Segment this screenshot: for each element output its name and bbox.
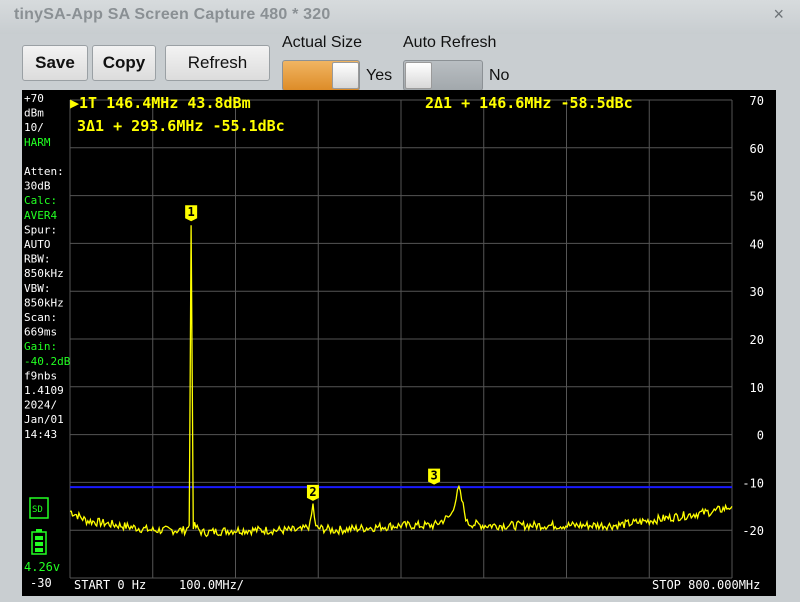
settings-line: 10/ — [24, 121, 44, 134]
marker-2-readout: 2Δ1 + 146.6MHz -58.5dBc — [425, 94, 633, 112]
settings-line: Spur: — [24, 223, 57, 236]
settings-line: 30dB — [24, 180, 51, 193]
bottom-left-value: -30 — [30, 576, 52, 590]
auto-refresh-label: Auto Refresh — [403, 34, 497, 51]
sd-card-label: SD — [32, 505, 43, 515]
marker-1-readout: ▶1T 146.4MHz 43.8dBm — [70, 94, 251, 112]
settings-line: Calc: — [24, 194, 57, 207]
marker-3-readout: 3Δ1 + 293.6MHz -55.1dBc — [77, 117, 285, 135]
auto-refresh-state: No — [489, 67, 510, 84]
settings-line: AVER4 — [24, 209, 57, 222]
y-tick-label: 60 — [750, 142, 764, 156]
y-tick-label: 20 — [750, 333, 764, 347]
settings-line: Atten: — [24, 165, 64, 178]
analyzer-screen: 70 60 50 40 30 20 10 0 -10 -20 1 2 3 ▶1T 146.4MHz 4… — [22, 90, 776, 596]
settings-panel: +70 dBm10/HARM Atten: 30dBCalc: AVER4Spur: AU… — [24, 92, 71, 441]
svg-text:1: 1 — [188, 205, 195, 219]
window-title: tinySA-App SA Screen Capture 480 * 320 — [14, 6, 331, 23]
y-tick-label: 40 — [750, 237, 764, 251]
battery-icon — [31, 529, 47, 555]
actual-size-label: Actual Size — [282, 34, 363, 51]
settings-line: +70 — [24, 92, 44, 105]
refresh-button[interactable]: Refresh — [165, 45, 270, 81]
settings-line: AUTO — [24, 238, 51, 251]
settings-line: Jan/01 — [24, 413, 64, 426]
app-window: tinySA-App SA Screen Capture 480 * 320 ×… — [0, 0, 800, 602]
settings-line: 2024/ — [24, 399, 57, 412]
settings-line: -40.2dB — [24, 355, 71, 368]
settings-line: dBm — [24, 107, 44, 120]
start-frequency: START 0 Hz — [74, 578, 146, 592]
settings-line: Gain: — [24, 340, 57, 353]
toggle-knob[interactable] — [332, 62, 359, 89]
settings-line: f9nbs — [24, 369, 57, 382]
auto-refresh-toggle[interactable] — [403, 60, 483, 91]
copy-button[interactable]: Copy — [92, 45, 156, 81]
marker-3: 3 — [428, 468, 441, 485]
settings-line: VBW: — [24, 282, 51, 295]
y-tick-label: 0 — [757, 429, 764, 443]
save-button[interactable]: Save — [22, 45, 88, 81]
y-tick-label: 30 — [750, 285, 764, 299]
marker-2: 2 — [306, 484, 319, 501]
y-tick-label: 10 — [750, 381, 764, 395]
settings-line: 14:43 — [24, 428, 57, 441]
y-tick-label: 70 — [750, 94, 764, 108]
grid — [69, 99, 733, 579]
y-tick-label: -10 — [742, 476, 764, 490]
settings-line: Scan: — [24, 311, 57, 324]
settings-line: HARM — [24, 136, 51, 149]
actual-size-toggle[interactable] — [282, 60, 360, 91]
title-bar: tinySA-App SA Screen Capture 480 * 320 × — [0, 0, 800, 34]
svg-text:2: 2 — [309, 485, 316, 499]
markers: 1 2 3 — [185, 205, 441, 501]
toggle-knob[interactable] — [405, 62, 432, 89]
settings-line: RBW: — [24, 253, 51, 266]
stop-frequency: STOP 800.000MHz — [652, 578, 760, 592]
y-axis-ticks: 70 60 50 40 30 20 10 0 -10 -20 — [742, 94, 764, 538]
actual-size-state: Yes — [366, 67, 393, 84]
svg-text:3: 3 — [430, 469, 437, 483]
settings-line: 1.4109 — [24, 384, 64, 397]
spectrum-plot: 70 60 50 40 30 20 10 0 -10 -20 1 2 3 ▶1T 146.4MHz 4… — [24, 92, 764, 592]
settings-line: 850kHz — [24, 296, 64, 309]
close-icon[interactable]: × — [773, 4, 784, 25]
frequency-per-division: 100.0MHz/ — [179, 578, 244, 592]
marker-1: 1 — [185, 205, 198, 222]
battery-voltage: 4.26v — [24, 560, 60, 574]
y-tick-label: -20 — [742, 524, 764, 538]
settings-line: 850kHz — [24, 267, 64, 280]
y-tick-label: 50 — [750, 190, 764, 204]
settings-line: 669ms — [24, 326, 57, 339]
